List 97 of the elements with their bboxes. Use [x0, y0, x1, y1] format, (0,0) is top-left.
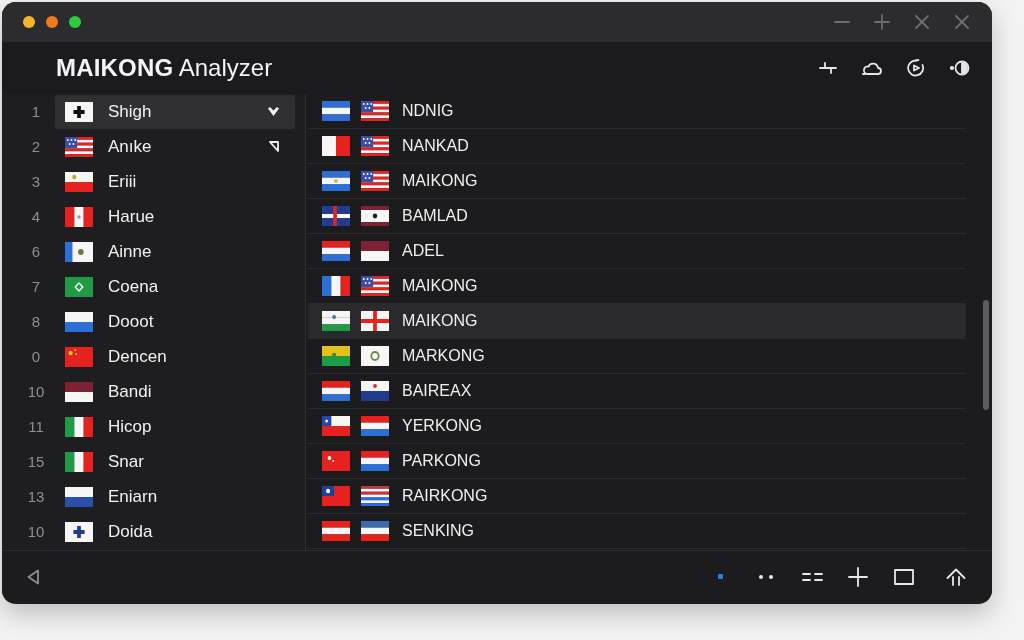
sidebar-item[interactable]: Shigh [55, 94, 295, 129]
flag-icon [322, 101, 350, 121]
flag-icon [361, 346, 389, 366]
sidebar-item[interactable]: Doida [55, 514, 295, 549]
dots-icon[interactable] [759, 574, 773, 579]
traffic-light-icon[interactable] [46, 16, 58, 28]
flag-icon [65, 311, 93, 332]
row-number: 15 [26, 453, 46, 470]
flag-icon [361, 521, 389, 541]
triangle-icon[interactable] [269, 141, 279, 152]
flag-icon [65, 276, 93, 297]
sidebar-item[interactable]: Bandi [55, 374, 295, 409]
flag-icon [361, 276, 389, 296]
sidebar-item[interactable]: Snar [55, 444, 295, 479]
flag-icon [322, 416, 350, 436]
sidebar-item[interactable]: Dooot [55, 304, 295, 339]
flag-icon [322, 276, 350, 296]
row-number: 7 [30, 278, 42, 295]
add-icon[interactable] [848, 566, 868, 587]
list-row[interactable]: ADEL [308, 234, 966, 269]
square-icon[interactable] [894, 568, 914, 585]
flag-icon [322, 346, 350, 366]
maximize-icon[interactable] [874, 14, 890, 30]
list-row[interactable]: MAIKONG [308, 164, 966, 199]
arrow-up-icon[interactable] [946, 567, 966, 586]
flag-icon [361, 101, 389, 121]
row-number: 6 [30, 243, 42, 260]
row-number: 4 [30, 208, 42, 225]
close-icon[interactable] [955, 15, 969, 29]
flag-icon [65, 206, 93, 227]
app-title: MAIKONG Analyzer [56, 54, 273, 82]
row-number: 13 [26, 488, 46, 505]
list-row[interactable]: BAIREAX [308, 374, 966, 409]
chevron-down-icon[interactable] [268, 107, 279, 116]
sidebar-item[interactable]: Anıke [55, 129, 295, 164]
flag-icon [65, 486, 93, 507]
flag-icon [361, 311, 389, 331]
flag-icon [65, 521, 93, 542]
row-number: 3 [30, 173, 42, 190]
sidebar-item[interactable]: Coena [55, 269, 295, 304]
flag-icon [361, 451, 389, 471]
flag-icon [65, 346, 93, 367]
flag-icon [65, 381, 93, 402]
traffic-light-icon[interactable] [23, 16, 35, 28]
flag-icon [361, 206, 389, 226]
sidebar-item[interactable]: Eriii [55, 164, 295, 199]
flag-icon [322, 311, 350, 331]
list-row[interactable]: SENKING [308, 514, 966, 549]
flag-icon [361, 381, 389, 401]
dot-circle-icon[interactable] [950, 60, 970, 76]
close-icon[interactable] [915, 15, 929, 29]
sidebar-item[interactable]: Hicop [55, 409, 295, 444]
flag-icon [65, 171, 93, 192]
flag-icon [322, 486, 350, 506]
flag-icon [65, 241, 93, 262]
sidebar-item[interactable]: Eniarn [55, 479, 295, 514]
sidebar-item[interactable]: Ainne [55, 234, 295, 269]
list-row[interactable]: MARKONG [308, 339, 966, 374]
flag-icon [65, 416, 93, 437]
flag-icon [322, 171, 350, 191]
flag-icon [361, 416, 389, 436]
split-line-icon[interactable] [819, 61, 837, 75]
row-number: 0 [30, 348, 42, 365]
sidebar-item[interactable]: Harue [55, 199, 295, 234]
traffic-light-icon[interactable] [69, 16, 81, 28]
cloud-icon[interactable] [862, 60, 882, 76]
replay-icon[interactable] [907, 59, 925, 77]
flag-icon [322, 451, 350, 471]
flag-icon [361, 241, 389, 261]
flag-icon [322, 136, 350, 156]
list-row[interactable]: BAMLAD [308, 199, 966, 234]
flag-icon [322, 521, 350, 541]
flag-icon [65, 101, 93, 122]
list-row[interactable]: YERKONG [308, 409, 966, 444]
list-row[interactable]: RAIRKONG [308, 479, 966, 514]
dashes-icon[interactable] [801, 571, 823, 582]
back-icon[interactable] [27, 568, 39, 585]
flag-icon [65, 136, 93, 157]
row-number: 1 [30, 103, 42, 120]
row-number: 2 [30, 138, 42, 155]
flag-icon [322, 241, 350, 261]
flag-icon [322, 206, 350, 226]
sidebar-item[interactable]: Dencen [55, 339, 295, 374]
list-row[interactable]: MAIKONG [308, 304, 966, 339]
flag-icon [65, 451, 93, 472]
flag-icon [361, 171, 389, 191]
list-row[interactable]: NANKAD [308, 129, 966, 164]
flag-icon [322, 381, 350, 401]
list-row[interactable]: NDNIG [308, 94, 966, 129]
row-number: 11 [27, 418, 45, 435]
row-number: 10 [26, 383, 46, 400]
flag-icon [361, 486, 389, 506]
row-number: 10 [26, 523, 46, 540]
row-number: 8 [30, 313, 42, 330]
scrollbar-thumb[interactable] [983, 300, 989, 410]
flag-icon [361, 136, 389, 156]
list-row[interactable]: PARKONG [308, 444, 966, 479]
